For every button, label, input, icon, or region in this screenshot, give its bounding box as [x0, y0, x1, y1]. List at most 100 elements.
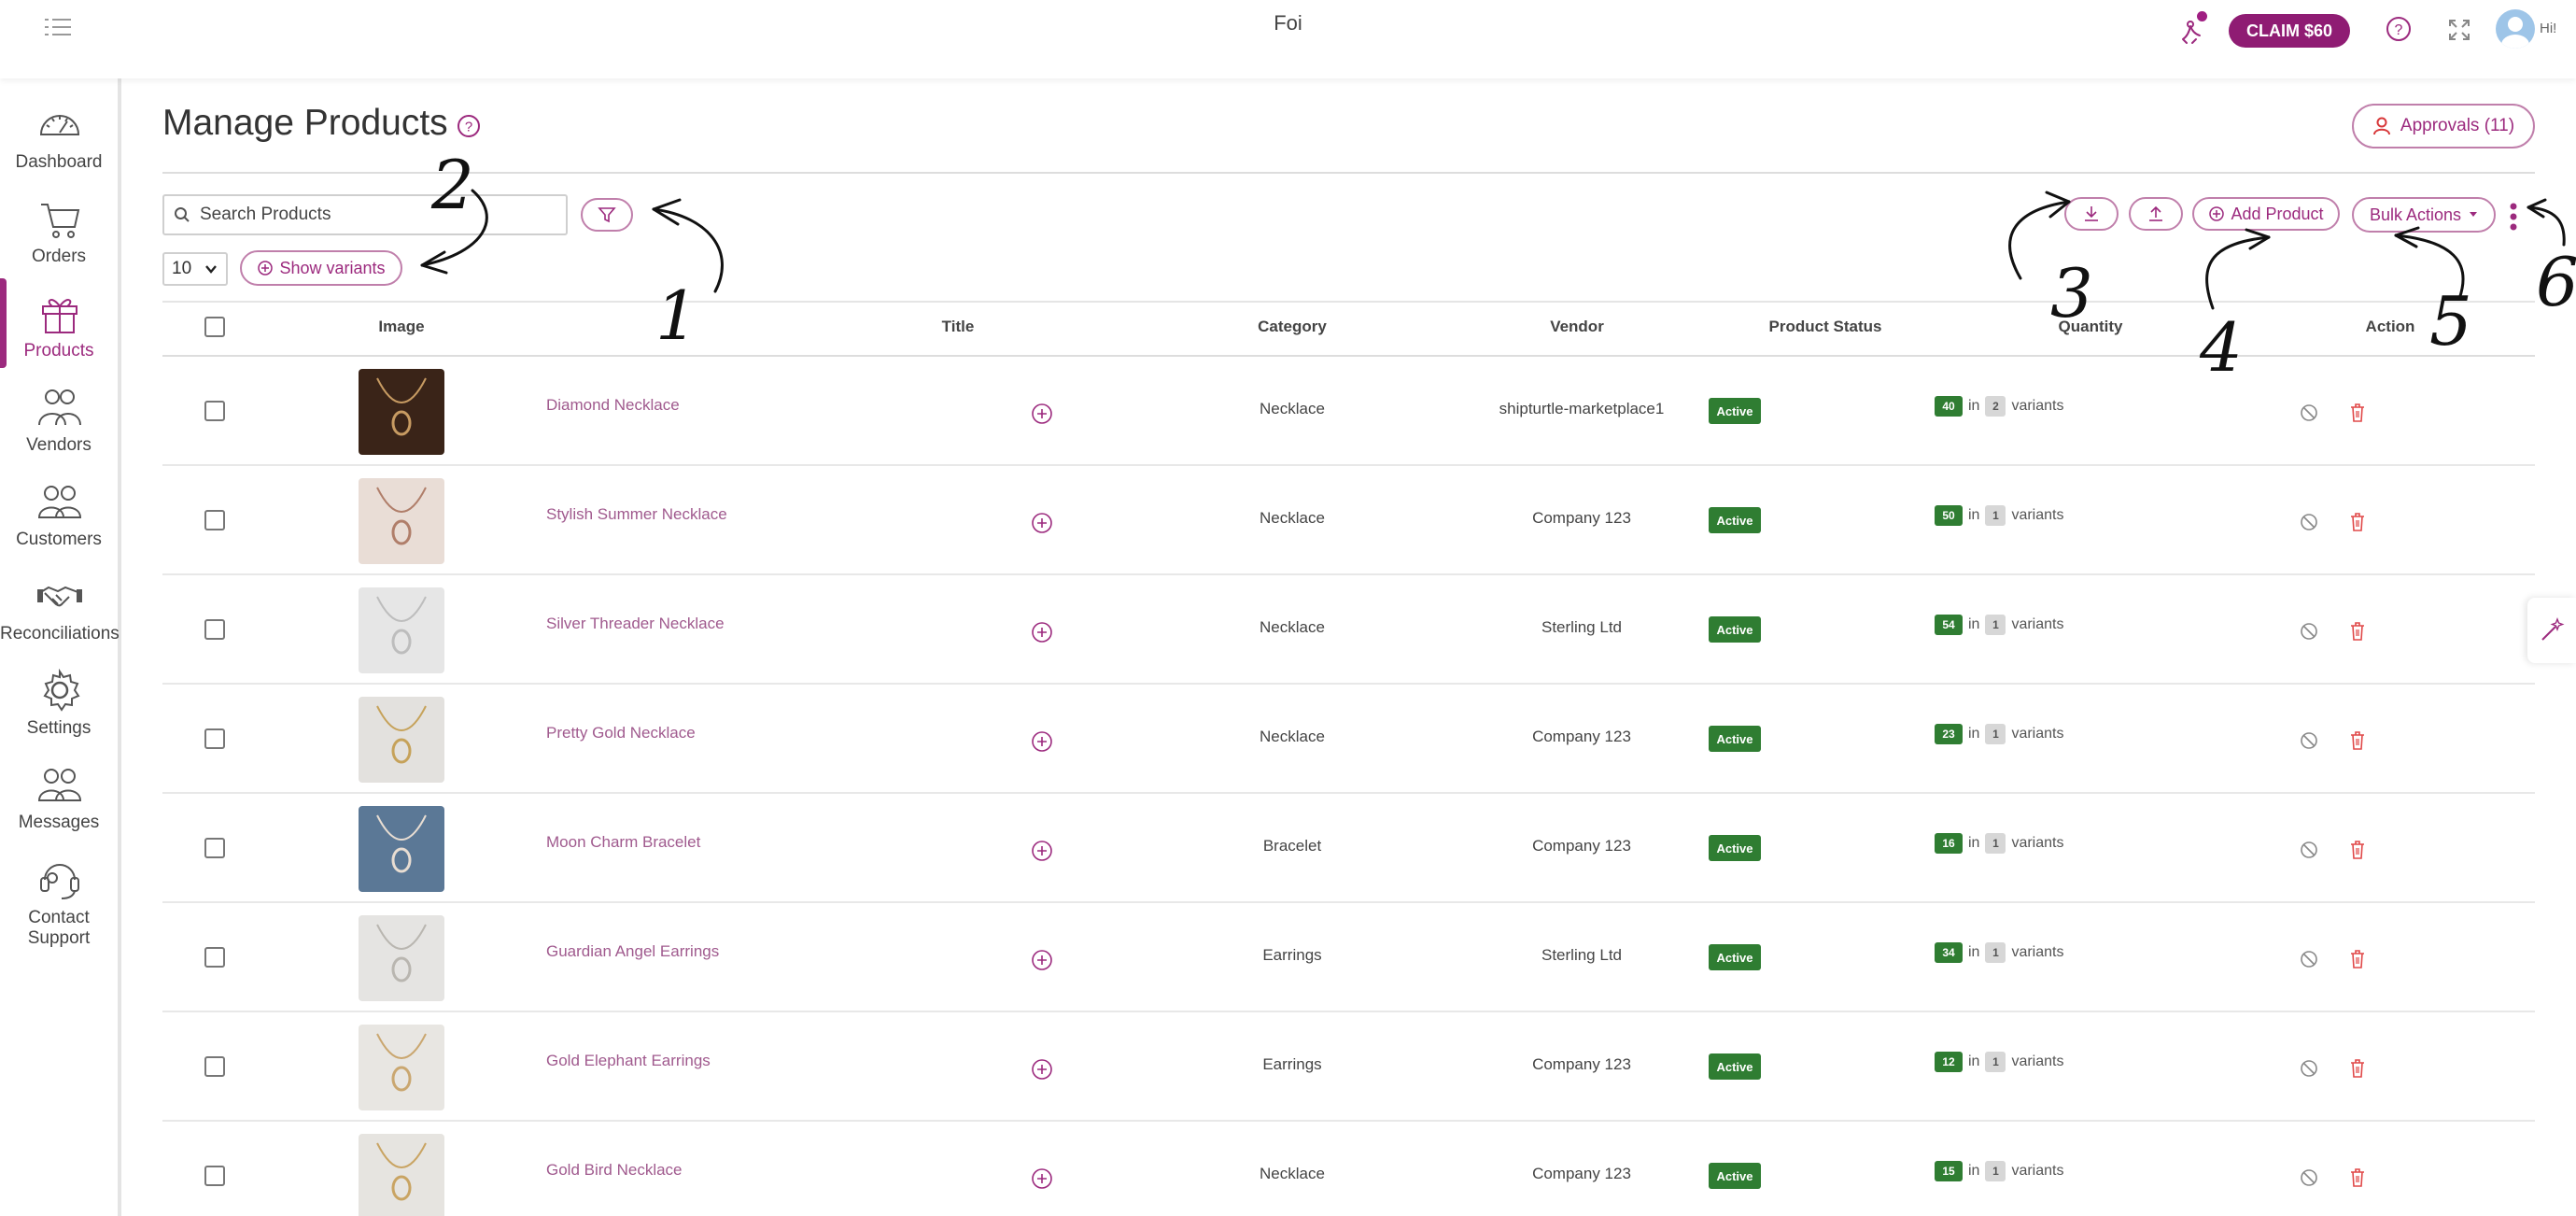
- product-thumbnail[interactable]: [359, 915, 444, 1001]
- product-category: Necklace: [1260, 728, 1325, 745]
- expand-plus-icon[interactable]: [1031, 949, 1053, 971]
- delete-icon[interactable]: [2347, 402, 2368, 424]
- expand-plus-icon[interactable]: [1031, 1167, 1053, 1190]
- quantity-in-text: in: [1968, 726, 1980, 742]
- product-title-link[interactable]: Silver Threader Necklace: [546, 615, 725, 633]
- filter-button[interactable]: [581, 198, 633, 232]
- sidebar-item-reconciliations[interactable]: Reconciliations: [0, 559, 120, 653]
- product-title-link[interactable]: Diamond Necklace: [546, 396, 680, 415]
- quantity-badge: 54: [1935, 615, 1963, 635]
- more-options-icon[interactable]: [2506, 202, 2521, 232]
- avatar[interactable]: [2496, 9, 2535, 49]
- product-thumbnail[interactable]: [359, 697, 444, 783]
- row-checkbox[interactable]: [204, 1056, 225, 1077]
- disable-icon[interactable]: [2299, 1058, 2319, 1079]
- select-all-checkbox[interactable]: [204, 317, 225, 337]
- product-thumbnail[interactable]: [359, 478, 444, 564]
- product-title-link[interactable]: Gold Bird Necklace: [546, 1161, 683, 1180]
- product-title-link[interactable]: Gold Elephant Earrings: [546, 1052, 711, 1070]
- row-checkbox[interactable]: [204, 728, 225, 749]
- row-checkbox[interactable]: [204, 619, 225, 640]
- product-category: Bracelet: [1262, 837, 1322, 855]
- product-thumbnail[interactable]: [359, 1025, 444, 1110]
- sidebar-item-messages[interactable]: Messages: [0, 748, 118, 841]
- bulk-actions-button[interactable]: Bulk Actions: [2352, 197, 2496, 233]
- disable-icon[interactable]: [2299, 403, 2319, 423]
- expand-plus-icon[interactable]: [1031, 512, 1053, 534]
- expand-plus-icon[interactable]: [1031, 840, 1053, 862]
- expand-plus-icon[interactable]: [1031, 1058, 1053, 1081]
- search-input[interactable]: [200, 205, 555, 225]
- variants-text: variants: [2011, 726, 2064, 742]
- top-bar: Foi CLAIM $60 ? Hi!: [0, 0, 2576, 78]
- notification-button[interactable]: [2172, 11, 2209, 49]
- product-thumbnail[interactable]: [359, 587, 444, 673]
- sidebar-item-vendors[interactable]: Vendors: [0, 371, 118, 464]
- sidebar-item-customers[interactable]: Customers: [0, 465, 118, 559]
- cart-icon: [41, 204, 80, 238]
- row-checkbox[interactable]: [204, 947, 225, 968]
- product-thumbnail[interactable]: [359, 1134, 444, 1216]
- notification-dot: [2197, 11, 2207, 21]
- product-vendor: Company 123: [1532, 509, 1631, 527]
- product-category: Necklace: [1260, 1165, 1325, 1182]
- product-vendor: Company 123: [1532, 1165, 1631, 1182]
- product-thumbnail[interactable]: [359, 806, 444, 892]
- sidebar-item-dashboard[interactable]: Dashboard: [0, 88, 118, 181]
- disable-icon[interactable]: [2299, 840, 2319, 860]
- claim-button[interactable]: CLAIM $60: [2229, 14, 2350, 48]
- delete-icon[interactable]: [2347, 1167, 2368, 1189]
- product-title-link[interactable]: Stylish Summer Necklace: [546, 505, 727, 524]
- row-checkbox[interactable]: [204, 401, 225, 421]
- delete-icon[interactable]: [2347, 839, 2368, 861]
- product-thumbnail[interactable]: [359, 369, 444, 455]
- delete-icon[interactable]: [2347, 729, 2368, 752]
- delete-icon[interactable]: [2347, 620, 2368, 643]
- fullscreen-icon[interactable]: [2446, 17, 2472, 43]
- variants-text: variants: [2011, 1053, 2064, 1069]
- variant-count-badge: 1: [1985, 1052, 2006, 1072]
- add-product-button[interactable]: Add Product: [2192, 197, 2340, 231]
- sidebar-item-label: Products: [23, 341, 94, 361]
- magic-wand-widget[interactable]: [2527, 598, 2576, 663]
- disable-icon[interactable]: [2299, 730, 2319, 751]
- row-checkbox[interactable]: [204, 838, 225, 858]
- product-category: Earrings: [1262, 946, 1322, 964]
- quantity-badge: 40: [1935, 396, 1963, 417]
- approvals-button[interactable]: Approvals (11): [2352, 104, 2535, 148]
- page-size-select[interactable]: 10: [162, 252, 228, 286]
- sidebar-item-contact-support[interactable]: Contact Support: [0, 842, 118, 954]
- sidebar-item-products[interactable]: Products: [0, 276, 118, 370]
- expand-plus-icon[interactable]: [1031, 403, 1053, 425]
- sidebar-item-settings[interactable]: Settings: [0, 654, 118, 747]
- show-variants-button[interactable]: Show variants: [240, 250, 402, 286]
- expand-plus-icon[interactable]: [1031, 730, 1053, 753]
- download-button[interactable]: [2064, 197, 2119, 231]
- sidebar-item-label: Vendors: [26, 435, 91, 455]
- help-icon[interactable]: ?: [456, 113, 482, 139]
- help-icon[interactable]: ?: [2385, 15, 2413, 43]
- quantity-badge: 34: [1935, 942, 1963, 963]
- product-title-link[interactable]: Pretty Gold Necklace: [546, 724, 696, 742]
- disable-icon[interactable]: [2299, 1167, 2319, 1188]
- variants-text: variants: [2011, 616, 2064, 632]
- chevron-down-icon: [205, 265, 218, 274]
- disable-icon[interactable]: [2299, 621, 2319, 642]
- product-title-link[interactable]: Guardian Angel Earrings: [546, 942, 719, 961]
- status-badge: Active: [1709, 944, 1761, 970]
- table-row: Diamond Necklace Necklace shipturtle-mar…: [162, 357, 2535, 466]
- sidebar-item-orders[interactable]: Orders: [0, 182, 118, 276]
- product-title-link[interactable]: Moon Charm Bracelet: [546, 833, 700, 852]
- disable-icon[interactable]: [2299, 512, 2319, 532]
- annotation-number: 1: [655, 276, 698, 355]
- upload-button[interactable]: [2129, 197, 2183, 231]
- disable-icon[interactable]: [2299, 949, 2319, 969]
- variants-text: variants: [2011, 835, 2064, 851]
- delete-icon[interactable]: [2347, 511, 2368, 533]
- expand-plus-icon[interactable]: [1031, 621, 1053, 643]
- delete-icon[interactable]: [2347, 1057, 2368, 1080]
- delete-icon[interactable]: [2347, 948, 2368, 970]
- table-row: Pretty Gold Necklace Necklace Company 12…: [162, 685, 2535, 794]
- row-checkbox[interactable]: [204, 1166, 225, 1186]
- row-checkbox[interactable]: [204, 510, 225, 530]
